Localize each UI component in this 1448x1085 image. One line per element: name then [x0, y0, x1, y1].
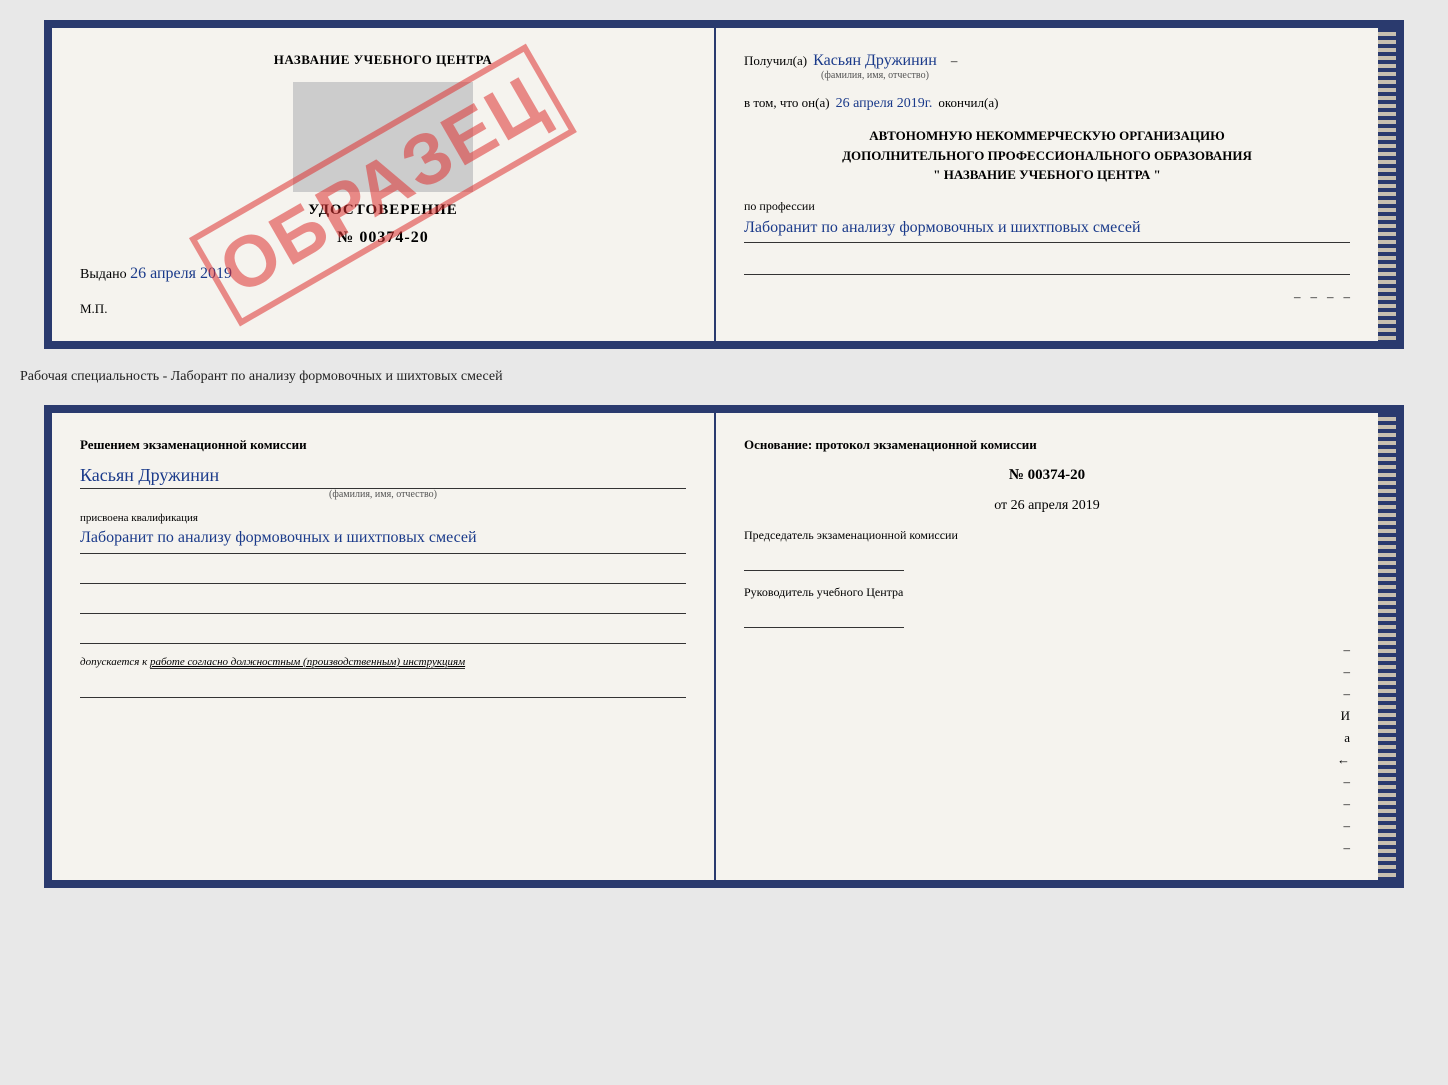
- specialty-label: Рабочая специальность - Лаборант по анал…: [20, 365, 503, 389]
- admits-value: работе согласно должностным (производств…: [150, 656, 465, 669]
- issued-label: Выдано: [80, 267, 127, 282]
- school-name-top: НАЗВАНИЕ УЧЕБНОГО ЦЕНТРА: [274, 52, 493, 68]
- protocol-number: № 00374-20: [744, 467, 1350, 484]
- binding-strip-bottom: [1378, 413, 1396, 880]
- bottom-name: Касьян Дружинин: [80, 465, 686, 489]
- issued-date-value: 26 апреля 2019: [130, 265, 232, 282]
- in-that-label: в том, что он(а): [744, 95, 830, 111]
- org-line1: АВТОНОМНУЮ НЕКОММЕРЧЕСКУЮ ОРГАНИЗАЦИЮ: [744, 126, 1350, 146]
- bottom-document: Решением экзаменационной комиссии Касьян…: [44, 405, 1404, 888]
- profession-block: по профессии Лаборанит по анализу формов…: [744, 199, 1350, 244]
- completed-row: в том, что он(а) 26 апреля 2019г. окончи…: [744, 95, 1350, 112]
- dash1: –: [951, 53, 958, 69]
- top-left-panel: НАЗВАНИЕ УЧЕБНОГО ЦЕНТРА УДОСТОВЕРЕНИЕ №…: [52, 28, 714, 341]
- right-heading: Основание: протокол экзаменационной коми…: [744, 437, 1350, 453]
- cert-label: УДОСТОВЕРЕНИЕ: [308, 202, 458, 219]
- mp-label: М.П.: [80, 301, 107, 317]
- blank-line-b1: [80, 566, 686, 584]
- right-dashes: – – – –: [744, 289, 1350, 305]
- received-row: Получил(а) Касьян Дружинин (фамилия, имя…: [744, 52, 1350, 81]
- completed-date: 26 апреля 2019г.: [836, 96, 933, 112]
- top-right-panel: Получил(а) Касьян Дружинин (фамилия, имя…: [716, 28, 1378, 341]
- bottom-left-panel: Решением экзаменационной комиссии Касьян…: [52, 413, 714, 880]
- bottom-right-panel: Основание: протокол экзаменационной коми…: [716, 413, 1378, 880]
- chairman-label: Председатель экзаменационной комиссии: [744, 528, 1350, 543]
- blank-line-1: [744, 257, 1350, 275]
- blank-line-b4: [80, 680, 686, 698]
- admits-prefix: допускается к: [80, 656, 147, 668]
- bottom-heading: Решением экзаменационной комиссии: [80, 437, 686, 453]
- protocol-date: от 26 апреля 2019: [744, 498, 1350, 514]
- completed-label: окончил(а): [938, 95, 998, 111]
- org-block: АВТОНОМНУЮ НЕКОММЕРЧЕСКУЮ ОРГАНИЗАЦИЮ ДО…: [744, 126, 1350, 185]
- issued-date: Выдано 26 апреля 2019: [80, 265, 232, 283]
- profession-label: по профессии: [744, 199, 1350, 214]
- fio-sublabel-top: (фамилия, имя, отчество): [821, 70, 929, 81]
- qualification-block: присвоена квалификация Лаборанит по анал…: [80, 512, 686, 554]
- director-sig-line: [744, 610, 904, 628]
- chairman-block: Председатель экзаменационной комиссии: [744, 528, 1350, 571]
- blank-line-b3: [80, 626, 686, 644]
- top-document: НАЗВАНИЕ УЧЕБНОГО ЦЕНТРА УДОСТОВЕРЕНИЕ №…: [44, 20, 1404, 349]
- right-side-dashes: – – – И а ← – – – –: [744, 642, 1350, 856]
- chairman-sig-line: [744, 553, 904, 571]
- bottom-name-block: Касьян Дружинин (фамилия, имя, отчество): [80, 465, 686, 500]
- admits-block: допускается к работе согласно должностны…: [80, 656, 686, 668]
- blank-line-b2: [80, 596, 686, 614]
- cert-number: № 00374-20: [337, 229, 428, 247]
- org-line2: ДОПОЛНИТЕЛЬНОГО ПРОФЕССИОНАЛЬНОГО ОБРАЗО…: [744, 146, 1350, 166]
- org-line3: " НАЗВАНИЕ УЧЕБНОГО ЦЕНТРА ": [744, 165, 1350, 185]
- received-name: Касьян Дружинин: [813, 52, 937, 70]
- profession-value: Лаборанит по анализу формовочных и шихтп…: [744, 214, 1350, 244]
- cert-image-box: [293, 82, 473, 192]
- qualification-label: присвоена квалификация: [80, 512, 686, 524]
- director-block: Руководитель учебного Центра: [744, 585, 1350, 628]
- binding-strip-top: [1378, 28, 1396, 341]
- qualification-value: Лаборанит по анализу формовочных и шихтп…: [80, 524, 686, 554]
- director-label: Руководитель учебного Центра: [744, 585, 1350, 600]
- received-prefix: Получил(а): [744, 53, 807, 69]
- bottom-fio-sublabel: (фамилия, имя, отчество): [80, 489, 686, 500]
